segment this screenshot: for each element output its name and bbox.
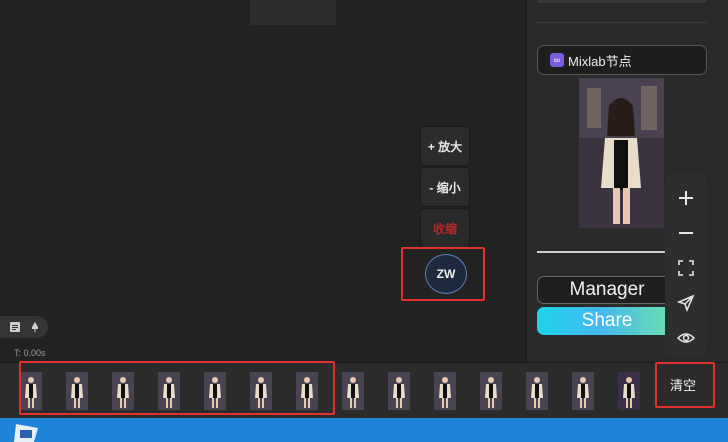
fullscreen-icon[interactable] [671, 250, 701, 285]
timeline-frame[interactable] [606, 369, 652, 413]
infinity-icon: ∞ [550, 53, 564, 67]
panel-top-bar [537, 0, 707, 3]
collapse-button[interactable]: 收缩 [420, 208, 470, 248]
timeline-frame[interactable] [514, 369, 560, 413]
document-icon[interactable] [8, 320, 22, 334]
eye-icon[interactable] [671, 321, 701, 356]
app-icon[interactable] [6, 420, 42, 442]
floating-toolbar [665, 174, 707, 356]
zw-highlight: ZW [401, 247, 485, 301]
scroll-strip[interactable] [716, 0, 728, 362]
mini-toolbar [0, 316, 48, 338]
manager-button[interactable]: Manager [537, 276, 677, 304]
timeline-frame[interactable] [330, 369, 376, 413]
share-button[interactable]: Share [537, 307, 677, 335]
zoom-in-button[interactable]: + 放大 [420, 126, 470, 166]
zw-button[interactable]: ZW [425, 254, 467, 294]
clear-highlight [655, 362, 715, 408]
timeline-frame[interactable] [560, 369, 606, 413]
time-label: T: 0.00s [14, 348, 46, 358]
frame-thumbnail-image [526, 372, 548, 410]
minus-icon[interactable] [671, 215, 701, 250]
frame-thumbnail-image [388, 372, 410, 410]
panel-divider [537, 22, 707, 23]
canvas-top-node[interactable] [250, 0, 336, 25]
panel-separator [537, 251, 677, 253]
timeline-frame[interactable] [422, 369, 468, 413]
timeline-selection-highlight [19, 361, 335, 415]
zoom-out-button[interactable]: - 缩小 [420, 167, 470, 207]
mixlab-label: Mixlab节点 [568, 53, 632, 69]
plus-icon[interactable] [671, 180, 701, 215]
frame-thumbnail-image [618, 372, 640, 410]
preview-image [579, 78, 664, 228]
frame-thumbnail-image [342, 372, 364, 410]
timeline-frame[interactable] [468, 369, 514, 413]
frame-thumbnail-image [480, 372, 502, 410]
pin-icon[interactable] [28, 320, 42, 334]
mixlab-node-button[interactable]: ∞ Mixlab节点 [537, 45, 707, 75]
frame-thumbnail-image [572, 372, 594, 410]
taskbar [0, 418, 728, 442]
send-icon[interactable] [671, 286, 701, 321]
timeline-frame[interactable] [376, 369, 422, 413]
node-canvas[interactable]: + 放大 - 缩小 收缩 ZW T: 0.00s [0, 0, 526, 362]
frame-thumbnail-image [434, 372, 456, 410]
